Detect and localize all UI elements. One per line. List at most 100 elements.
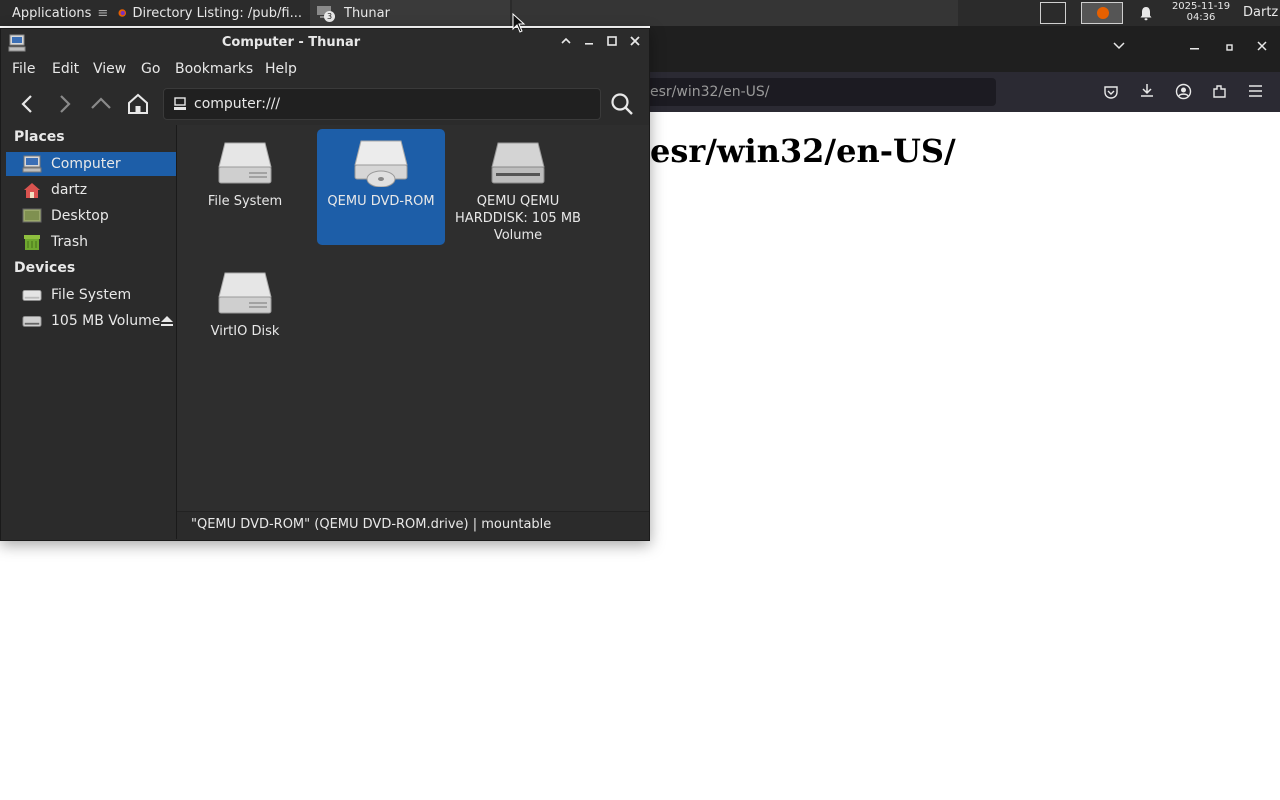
file-item-qemu-harddisk[interactable]: QEMU QEMU HARDDISK: 105 MB Volume	[454, 129, 582, 253]
applications-label: Applications	[12, 5, 92, 21]
home-icon	[22, 181, 42, 199]
menu-file[interactable]: File	[12, 61, 35, 77]
url-text: esr/win32/en-US/	[650, 84, 770, 100]
restore-icon[interactable]	[1223, 40, 1237, 54]
computer-icon	[174, 97, 186, 110]
toolbar: computer:///	[1, 83, 649, 125]
sidebar-item-label: Computer	[51, 156, 121, 172]
extensions-icon[interactable]	[1211, 83, 1228, 100]
eject-icon[interactable]	[160, 314, 174, 328]
menu-help[interactable]: Help	[265, 61, 297, 77]
close-icon	[630, 36, 640, 46]
taskbar-item-thunar[interactable]: 3 Thunar	[310, 0, 510, 26]
top-panel: Applications ≡ Directory Listing: /pub/f…	[0, 0, 1280, 26]
sidebar-item-label: Trash	[51, 234, 88, 250]
minimize-button[interactable]	[579, 33, 599, 53]
firefox-url-bar[interactable]: esr/win32/en-US/	[650, 78, 996, 106]
menu-indicator-icon: ≡	[97, 5, 109, 21]
chevron-up-icon	[561, 37, 571, 44]
drive-icon	[22, 312, 42, 330]
taskbar-item-firefox[interactable]: Directory Listing: /pub/fi...	[112, 0, 308, 26]
sidebar: Places Computer dartz Desktop Trash Devi…	[2, 125, 176, 539]
up-button[interactable]	[88, 91, 114, 117]
desktop-icon	[22, 207, 42, 225]
sidebar-item-computer[interactable]: Computer	[6, 152, 176, 176]
taskbar-item-label: Directory Listing: /pub/fi...	[132, 5, 302, 21]
file-item-label: File System	[207, 194, 283, 209]
file-item-qemu-dvd-rom[interactable]: QEMU DVD-ROM	[317, 129, 445, 245]
account-icon[interactable]	[1175, 83, 1192, 100]
location-text: computer:///	[194, 96, 281, 112]
arrow-up-icon	[91, 97, 111, 109]
menu-edit[interactable]: Edit	[52, 61, 79, 77]
page-heading: esr/win32/en-US/	[650, 132, 956, 170]
taskbar-item-label: Thunar	[344, 5, 390, 21]
trash-icon	[22, 233, 42, 251]
search-button[interactable]	[609, 91, 635, 117]
close-button[interactable]	[625, 33, 645, 53]
thunar-titlebar[interactable]: Computer - Thunar	[1, 29, 649, 57]
file-item-label: QEMU QEMU HARDDISK: 105 MB Volume	[455, 194, 581, 243]
window-count-badge: 3	[324, 11, 335, 22]
menu-bookmarks[interactable]: Bookmarks	[175, 61, 253, 77]
pocket-icon[interactable]	[1103, 84, 1119, 100]
mouse-cursor-icon	[512, 13, 526, 33]
shade-button[interactable]	[556, 33, 576, 53]
tab-list-chevron-icon[interactable]	[1113, 42, 1125, 50]
file-item-virtio-disk[interactable]: VirtIO Disk	[181, 259, 309, 375]
computer-icon	[22, 155, 42, 173]
sidebar-item-label: File System	[51, 287, 132, 303]
menu-go[interactable]: Go	[141, 61, 160, 77]
file-item-file-system[interactable]: File System	[181, 129, 309, 245]
location-bar[interactable]: computer:///	[163, 88, 601, 120]
home-icon	[128, 93, 148, 114]
firefox-mini-icon	[1097, 7, 1109, 19]
user-menu[interactable]: Dartz	[1243, 5, 1278, 20]
applications-menu-button[interactable]: Applications ≡	[0, 0, 110, 26]
downloads-icon[interactable]	[1139, 83, 1155, 99]
sidebar-item-dartz[interactable]: dartz	[6, 178, 176, 202]
menu-bar: File Edit View Go Bookmarks Help	[1, 57, 649, 81]
sidebar-item-label: Desktop	[51, 208, 109, 224]
close-icon[interactable]	[1256, 40, 1270, 54]
sidebar-item-desktop[interactable]: Desktop	[6, 204, 176, 228]
hamburger-menu-icon[interactable]	[1248, 84, 1263, 98]
menu-view[interactable]: View	[93, 61, 126, 77]
icon-view[interactable]: File System QEMU DVD-ROM QEMU QEMU HARDD…	[177, 125, 649, 511]
file-item-label: QEMU DVD-ROM	[327, 194, 435, 209]
notification-bell-icon[interactable]	[1139, 6, 1153, 21]
thunar-task-icon: 3	[316, 4, 335, 22]
workspace-1-button[interactable]	[1040, 2, 1066, 24]
devices-header: Devices	[14, 260, 76, 276]
taskbar-empty-area	[512, 0, 958, 26]
clock-date: 2025-11-19	[1171, 1, 1231, 12]
arrow-right-icon	[60, 95, 71, 113]
search-icon	[611, 93, 633, 115]
places-header: Places	[14, 129, 65, 145]
sidebar-item-trash[interactable]: Trash	[6, 230, 176, 254]
back-button[interactable]	[15, 91, 41, 117]
sidebar-item-105mb-volume[interactable]: 105 MB Volume	[6, 309, 176, 333]
maximize-button[interactable]	[602, 33, 622, 53]
drive-icon	[22, 286, 42, 304]
firefox-icon	[118, 9, 127, 17]
file-item-label: VirtIO Disk	[210, 324, 280, 339]
arrow-left-icon	[21, 95, 32, 113]
harddisk-icon	[218, 142, 272, 184]
firefox-page-content	[650, 112, 1280, 800]
clock[interactable]: 2025-11-19 04:36	[1166, 1, 1236, 23]
forward-button[interactable]	[51, 91, 77, 117]
clock-time: 04:36	[1186, 12, 1216, 23]
harddisk-dark-icon	[491, 142, 545, 184]
status-text: "QEMU DVD-ROM" (QEMU DVD-ROM.drive) | mo…	[191, 517, 552, 532]
optical-drive-icon	[354, 140, 408, 187]
sidebar-item-file-system[interactable]: File System	[6, 283, 176, 307]
home-button[interactable]	[125, 91, 151, 117]
workspace-2-button[interactable]	[1081, 2, 1123, 24]
minimize-icon[interactable]	[1188, 40, 1202, 54]
maximize-icon	[607, 36, 617, 46]
minimize-icon	[585, 43, 593, 45]
window-title: Computer - Thunar	[221, 35, 361, 50]
sidebar-item-label: dartz	[51, 182, 88, 198]
thunar-window: Computer - Thunar File Edit View Go Book…	[0, 28, 650, 541]
